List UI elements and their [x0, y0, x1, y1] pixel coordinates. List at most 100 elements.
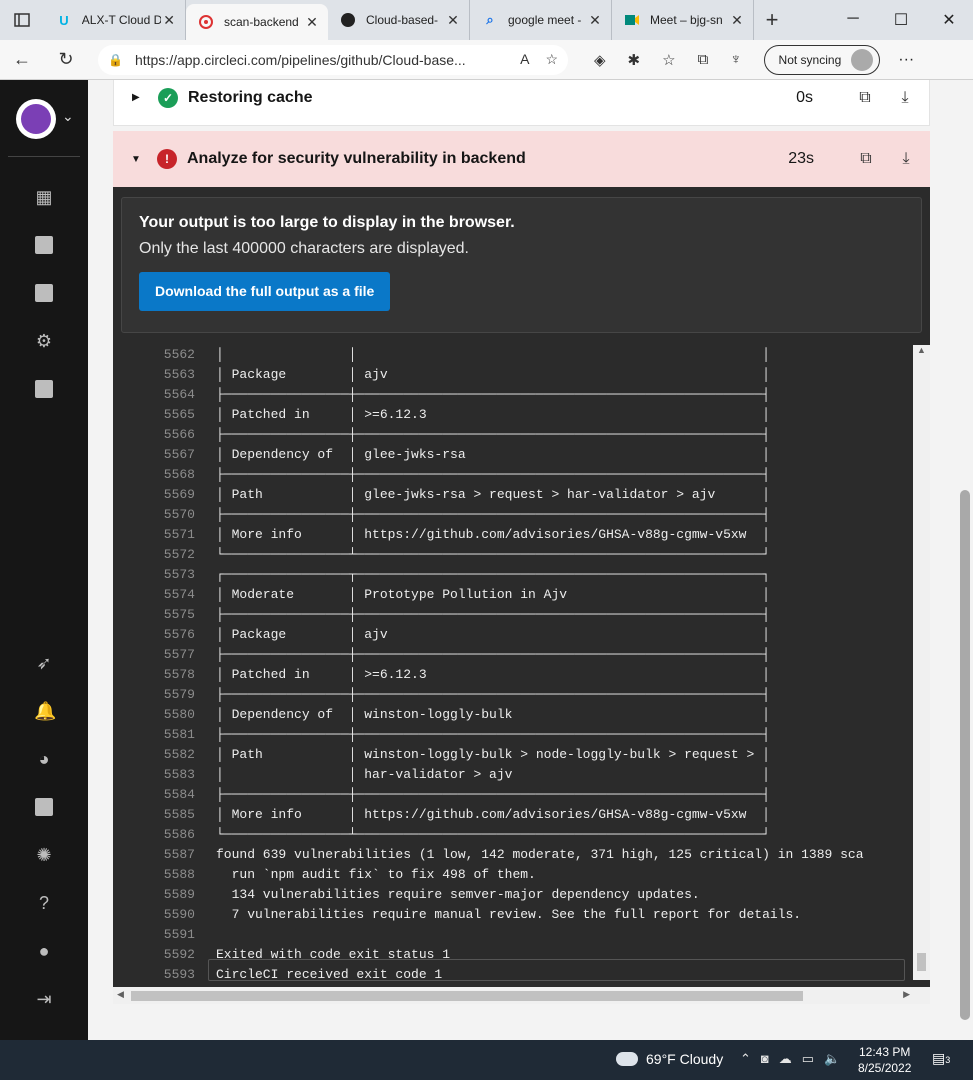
scroll-right-icon[interactable]: ▶ [903, 989, 910, 1000]
system-tray: ⌃ ◙ ☁ ▭ 🔈 [740, 1051, 840, 1067]
notifications-icon[interactable]: 🔔 [34, 701, 56, 721]
profile-button[interactable]: Not syncing [763, 44, 881, 75]
download-full-output-button[interactable]: Download the full output as a file [139, 272, 391, 311]
log-line: 5571 │ More info │ https://github.com/adv… [113, 525, 913, 545]
org-avatar[interactable] [16, 99, 56, 139]
close-tab-icon[interactable]: ✕ [445, 12, 461, 29]
collections-icon[interactable]: ⧉ [698, 51, 709, 69]
collapse-sidebar-icon[interactable]: ⇥ [34, 989, 54, 1009]
settings-icon[interactable]: ⚙ [34, 331, 54, 351]
address-bar[interactable]: 🔒 https://app.circleci.com/pipelines/git… [98, 44, 568, 75]
page-scrollbar[interactable] [957, 80, 973, 1040]
rocket-icon[interactable]: ➶ [34, 653, 54, 673]
line-text: └────────────────┴──────────────────────… [216, 827, 770, 842]
log-line: 5583 │ │ har-validator > ajv │ [113, 765, 913, 785]
close-tab-icon[interactable]: ✕ [729, 12, 745, 29]
dashboard-icon[interactable]: ▦ [34, 187, 54, 207]
close-tab-icon[interactable]: ✕ [161, 12, 177, 29]
extensions-icon[interactable]: ♆ [730, 51, 741, 69]
line-text: found 639 vulnerabilities (1 low, 142 mo… [216, 847, 864, 862]
browser-tab[interactable]: Meet – bjg-sn ✕ [612, 0, 754, 40]
line-text: ├────────────────┼──────────────────────… [216, 687, 770, 702]
browser-tab[interactable]: ⌕ google meet - ✕ [470, 0, 612, 40]
user-avatar-icon[interactable]: ● [34, 941, 54, 961]
step-row-security-analysis[interactable]: ▼ ! Analyze for security vulnerability i… [113, 131, 930, 187]
log-line: 5576 │ Package │ ajv │ [113, 625, 913, 645]
meet-now-icon[interactable]: ◙ [761, 1051, 769, 1067]
line-text: │ │ har-validator > ajv │ [216, 767, 770, 782]
close-tab-icon[interactable]: ✕ [587, 12, 603, 29]
close-tab-icon[interactable]: ✕ [304, 14, 320, 31]
line-text: ├────────────────┼──────────────────────… [216, 467, 770, 482]
window-controls: ─ ☐ ✕ [829, 10, 973, 30]
add-favorite-icon[interactable]: ☆ [545, 51, 558, 68]
insights-icon[interactable] [34, 283, 54, 303]
line-text: │ Patched in │ >=6.12.3 │ [216, 407, 770, 422]
maximize-icon[interactable]: ☐ [877, 10, 925, 30]
browser-tab-active[interactable]: scan-backend ✕ [186, 4, 328, 40]
read-aloud-icon[interactable]: A [520, 51, 529, 68]
back-icon[interactable]: ← [0, 49, 44, 70]
plan-icon[interactable] [34, 379, 54, 399]
line-number: 5567 [163, 447, 195, 462]
chevron-down-icon[interactable]: ⌄ [62, 108, 74, 125]
line-number: 5591 [163, 927, 195, 942]
open-external-icon[interactable]: ⧉ [856, 150, 876, 168]
projects-icon[interactable] [34, 235, 54, 255]
refresh-icon[interactable]: ↻ [44, 49, 88, 70]
network-icon[interactable]: ▭ [802, 1051, 814, 1067]
circleci-icon [198, 14, 214, 30]
step-row-restoring-cache[interactable]: ▶ ✓ Restoring cache 0s ⧉ ⤓ [113, 80, 930, 126]
open-external-icon[interactable]: ⧉ [855, 89, 875, 107]
volume-icon[interactable]: 🔈 [824, 1051, 840, 1067]
status-icon[interactable]: ◕ [34, 749, 54, 769]
browser-tab[interactable]: U ALX-T Cloud D ✕ [44, 0, 186, 40]
log-line: 5586 └────────────────┴──────────────────… [113, 825, 913, 845]
scroll-up-icon[interactable]: ▲ [913, 345, 930, 355]
log-line: 5565 │ Patched in │ >=6.12.3 │ [113, 405, 913, 425]
scroll-thumb[interactable] [131, 991, 803, 1001]
extension-icon[interactable]: ◈ [594, 51, 606, 69]
log-line: 5568 ├────────────────┼──────────────────… [113, 465, 913, 485]
line-number: 5586 [163, 827, 195, 842]
log-horizontal-scrollbar[interactable]: ◀ ▶ [113, 987, 930, 1004]
github-icon [340, 12, 356, 28]
chevron-up-icon[interactable]: ⌃ [740, 1051, 751, 1067]
onedrive-icon[interactable]: ☁ [779, 1051, 792, 1067]
notification-center-icon[interactable]: ▤3 [932, 1050, 952, 1070]
puzzle-icon[interactable]: ✱ [628, 51, 641, 69]
scroll-thumb[interactable] [917, 953, 926, 971]
line-number: 5580 [163, 707, 195, 722]
clock[interactable]: 12:43 PM 8/25/2022 [858, 1044, 911, 1076]
line-number: 5590 [163, 907, 195, 922]
caret-right-icon[interactable]: ▶ [132, 92, 148, 103]
log-line: 5562 │ │ │ [113, 345, 913, 365]
line-text: │ Moderate │ Prototype Pollution in Ajv … [216, 587, 770, 602]
line-text: │ More info │ https://github.com/advisor… [216, 527, 770, 542]
line-number: 5572 [163, 547, 195, 562]
scroll-left-icon[interactable]: ◀ [117, 989, 124, 1000]
new-tab-button[interactable]: + [754, 7, 790, 33]
cloud-icon [616, 1052, 638, 1066]
favorites-icon[interactable]: ☆ [662, 51, 675, 69]
weather-widget[interactable]: 69°F Cloudy [616, 1051, 723, 1067]
browser-tab[interactable]: Cloud-based- ✕ [328, 0, 470, 40]
line-number: 5578 [163, 667, 195, 682]
download-icon[interactable]: ⤓ [895, 89, 915, 107]
docs-icon[interactable] [34, 797, 54, 817]
minimize-icon[interactable]: ─ [829, 10, 877, 30]
community-icon[interactable]: ✺ [34, 845, 54, 865]
log-vertical-scrollbar[interactable]: ▲ [913, 345, 930, 980]
log-line: 5580 │ Dependency of │ winston-loggly-bul… [113, 705, 913, 725]
line-text: │ More info │ https://github.com/advisor… [216, 807, 770, 822]
download-icon[interactable]: ⤓ [896, 150, 916, 168]
line-number: 5569 [163, 487, 195, 502]
more-menu-icon[interactable]: ··· [898, 51, 914, 69]
help-icon[interactable]: ? [34, 893, 54, 913]
scroll-thumb[interactable] [960, 490, 970, 1020]
tab-actions-icon[interactable] [0, 0, 44, 40]
line-number: 5571 [163, 527, 195, 542]
caret-down-icon[interactable]: ▼ [131, 154, 147, 165]
close-window-icon[interactable]: ✕ [925, 10, 973, 30]
line-number: 5584 [163, 787, 195, 802]
